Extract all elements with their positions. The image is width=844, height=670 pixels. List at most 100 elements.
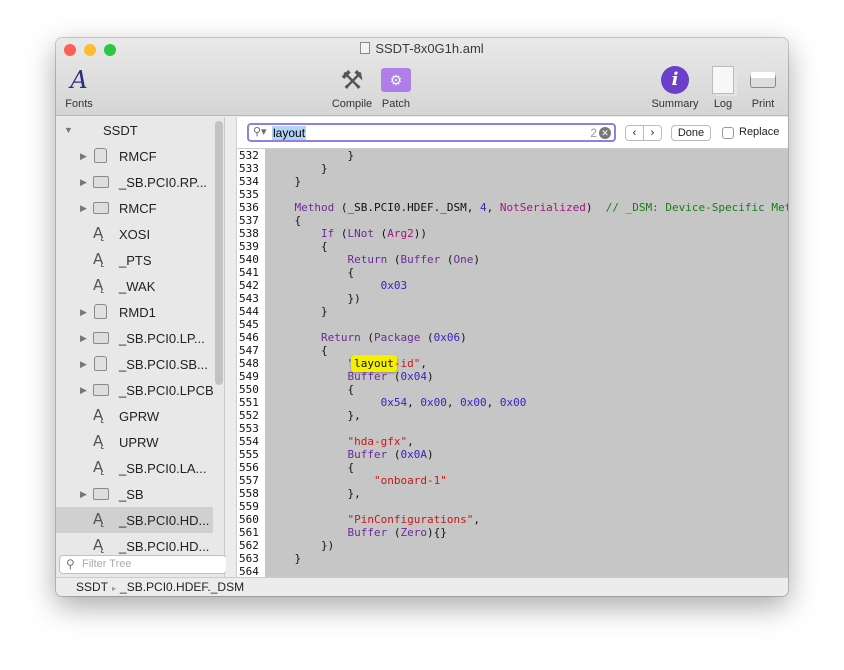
code-token: ) (473, 253, 480, 266)
tree-item[interactable]: ▶ _SB.PCI0.RP... (56, 169, 213, 195)
tree-item[interactable]: ▶ RMCF (56, 195, 213, 221)
line-number: 551 (239, 396, 259, 409)
split-view-divider[interactable] (226, 117, 237, 577)
tree-item[interactable]: Ą _SB.PCI0.LA... (56, 455, 213, 481)
disclosure-closed-icon[interactable]: ▶ (80, 489, 87, 500)
code-token: ) (460, 331, 467, 344)
tree-item[interactable]: ▶ _SB.PCI0.SB... (56, 351, 213, 377)
print-label: Print (751, 98, 775, 110)
tree-item-label: _SB.PCI0.RP... (119, 174, 207, 190)
code-token: } (268, 552, 302, 565)
code-token: , (446, 396, 461, 409)
filter-tree-input[interactable]: ⚲ Filter Tree (59, 555, 227, 574)
disclosure-closed-icon[interactable]: ▶ (80, 151, 87, 162)
tree-item-label: _SB.PCI0.HD... (119, 512, 210, 528)
sidebar-scrollbar[interactable] (215, 121, 223, 385)
disclosure-closed-icon[interactable]: ▶ (80, 333, 87, 344)
tree-item[interactable]: Ą XOSI (56, 221, 213, 247)
disclosure-closed-icon[interactable]: ▶ (80, 385, 87, 396)
summary-button[interactable]: i Summary (648, 62, 702, 110)
clear-search-icon[interactable]: ✕ (599, 127, 611, 139)
line-number: 561 (239, 526, 259, 539)
code-token: { (268, 383, 355, 396)
code-token: LNot (347, 227, 374, 240)
code-line: { (268, 240, 788, 253)
code-token: { (268, 266, 355, 279)
tree-item-label: _SB (119, 486, 144, 502)
line-number: 536 (239, 201, 259, 214)
code-token: Buffer (400, 253, 441, 266)
tree-root-ssdt[interactable]: ▼ SSDT (56, 117, 213, 143)
done-button[interactable]: Done (671, 125, 711, 141)
tools-icon: ⚒ (340, 64, 364, 95)
code-line: Buffer (Zero){} (268, 526, 788, 539)
info-icon: i (648, 62, 702, 98)
print-button[interactable]: Print (748, 62, 778, 110)
tree-item[interactable]: Ą UPRW (56, 429, 213, 455)
disclosure-closed-icon[interactable]: ▶ (80, 359, 87, 370)
line-number: 552 (239, 409, 259, 422)
code-token: ( (387, 526, 401, 539)
find-input[interactable]: ⚲▾ layout 2 ✕ (247, 123, 616, 142)
path-segment[interactable]: SSDT (76, 580, 108, 594)
line-number: 563 (239, 552, 259, 565)
method-icon: Ą (93, 276, 104, 294)
tree-item-label: RMCF (119, 148, 157, 164)
code-token: ) (585, 201, 606, 214)
code-line: }, (268, 487, 788, 500)
disclosure-open-icon[interactable]: ▼ (64, 125, 73, 135)
line-number: 533 (239, 162, 259, 175)
code-token: 0x00 (460, 396, 487, 409)
code-line: 0x03 (268, 279, 788, 292)
code-token: }, (268, 409, 361, 422)
disclosure-closed-icon[interactable]: ▶ (80, 307, 87, 318)
search-options-icon[interactable]: ⚲▾ (253, 125, 267, 138)
compile-button[interactable]: ⚒ Compile (328, 62, 376, 111)
code-line: { (268, 344, 788, 357)
tree-item[interactable]: Ą _WAK (56, 273, 213, 299)
tree-item[interactable]: ▶ RMD1 (56, 299, 213, 325)
code-token: If (320, 227, 335, 240)
code-token: Buffer (347, 448, 388, 461)
patch-button[interactable]: ⚙ Patch (378, 62, 414, 110)
disclosure-closed-icon[interactable]: ▶ (80, 177, 87, 188)
previous-match-button[interactable]: ‹ (625, 125, 644, 141)
log-button[interactable]: Log (708, 62, 738, 110)
line-number: 538 (239, 227, 259, 240)
tree-item[interactable]: Ą GPRW (56, 403, 213, 429)
code-token: Return (320, 331, 361, 344)
next-match-button[interactable]: › (643, 125, 662, 141)
tree-item[interactable]: ▶ RMCF (56, 143, 213, 169)
code-token: Zero (400, 526, 427, 539)
tree-item[interactable]: Ą _SB.PCI0.HD... (56, 507, 213, 533)
line-number: 556 (239, 461, 259, 474)
code-line: 0x54, 0x00, 0x00, 0x00 (268, 396, 788, 409)
code-line: Return (Package (0x06) (268, 331, 788, 344)
code-token: Package (373, 331, 421, 344)
tree-item[interactable]: Ą _PTS (56, 247, 213, 273)
code-editor[interactable]: } } } Method (_SB.PCI0.HDEF._DSM, 4, Not… (265, 149, 788, 577)
line-number: 541 (239, 266, 259, 279)
disclosure-closed-icon[interactable]: ▶ (80, 203, 87, 214)
folder-icon (93, 332, 109, 344)
code-token: "onboard-1" (373, 474, 447, 487)
font-icon: A (70, 66, 88, 94)
path-segment[interactable]: _SB.PCI0.HDEF._DSM (120, 580, 244, 594)
code-line: }, (268, 409, 788, 422)
tree-item[interactable]: ▶ _SB (56, 481, 213, 507)
line-number: 562 (239, 539, 259, 552)
folder-icon (93, 384, 109, 396)
tree-item[interactable]: ▶ _SB.PCI0.LPCB (56, 377, 214, 403)
tree-item[interactable]: ▶ _SB.PCI0.LP... (56, 325, 213, 351)
fonts-button[interactable]: A Fonts (62, 62, 96, 110)
line-number: 557 (239, 474, 259, 487)
replace-checkbox[interactable] (722, 127, 734, 139)
code-line: { (268, 214, 788, 227)
